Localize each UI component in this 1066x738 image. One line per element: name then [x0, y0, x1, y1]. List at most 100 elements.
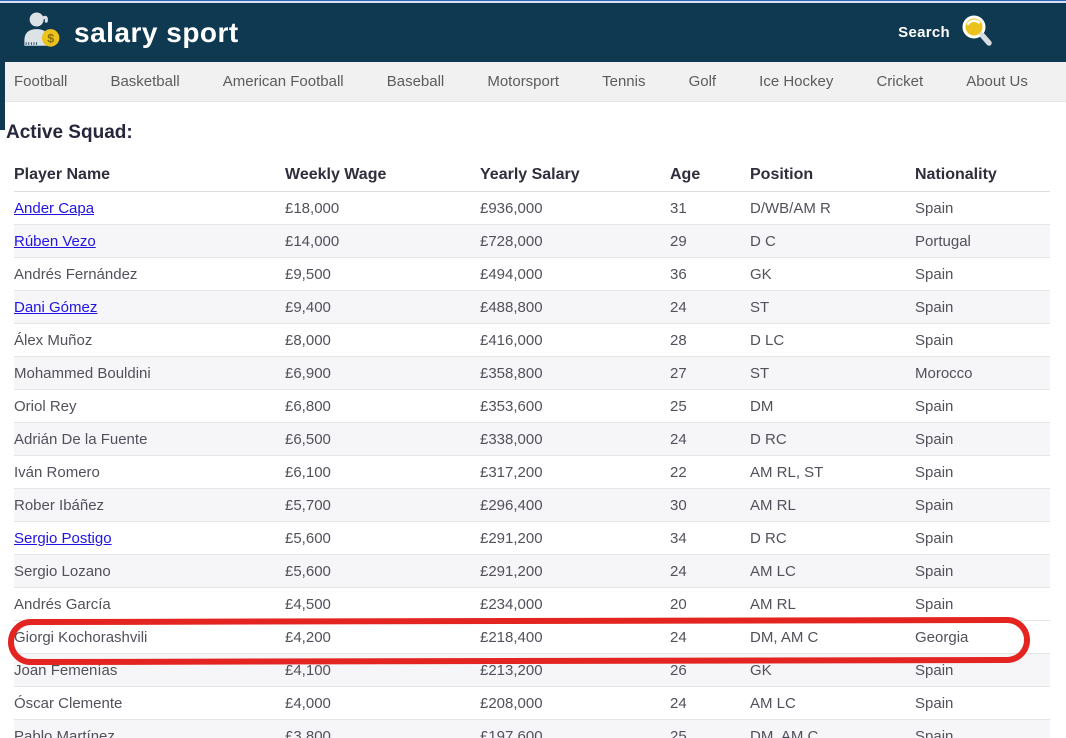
player-name-link[interactable]: Rúben Vezo — [14, 233, 96, 250]
cell-age: 29 — [670, 232, 687, 250]
cell-yearly-salary: £728,000 — [480, 232, 543, 250]
cell-nationality: Spain — [915, 661, 954, 679]
cell-position: ST — [750, 298, 770, 316]
cell-yearly-salary: £208,000 — [480, 694, 543, 712]
brand[interactable]: $ salary sport — [20, 9, 239, 56]
cell-weekly-wage: £9,400 — [285, 298, 331, 316]
cell-yearly-salary: £317,200 — [480, 463, 543, 481]
cell-position: GK — [750, 265, 772, 283]
table-body: Ander Capa £18,000 £936,000 31 D/WB/AM R… — [14, 192, 1050, 738]
nav-item-basketball[interactable]: Basketball — [110, 73, 179, 90]
cell-yearly-salary: £197,600 — [480, 727, 543, 738]
cell-age: 27 — [670, 364, 687, 382]
table-row: Dani Gómez £9,400 £488,800 24 ST Spain — [14, 291, 1050, 324]
cell-player-name: Dani Gómez — [14, 299, 285, 316]
table-row: Andrés Fernández £9,500 £494,000 36 GK S… — [14, 258, 1050, 291]
cell-yearly-salary: £291,200 — [480, 529, 543, 547]
cell-weekly-wage: £4,000 — [285, 694, 331, 712]
cell-age: 28 — [670, 331, 687, 349]
nav-item-motorsport[interactable]: Motorsport — [487, 73, 559, 90]
search-icon — [960, 13, 994, 52]
cell-nationality: Spain — [915, 397, 954, 415]
cell-weekly-wage: £14,000 — [285, 232, 340, 250]
cell-player-name: Giorgi Kochorashvili — [14, 629, 285, 646]
cell-position: AM RL — [750, 595, 796, 613]
table-row: Rúben Vezo £14,000 £728,000 29 D C Portu… — [14, 225, 1050, 258]
cell-weekly-wage: £6,500 — [285, 430, 331, 448]
cell-age: 20 — [670, 595, 687, 613]
table-row: Álex Muñoz £8,000 £416,000 28 D LC Spain — [14, 324, 1050, 357]
cell-position: DM, AM C — [750, 727, 819, 738]
cell-player-name: Rober Ibáñez — [14, 497, 285, 514]
player-name-link[interactable]: Ander Capa — [14, 200, 94, 217]
nav-item-tennis[interactable]: Tennis — [602, 73, 645, 90]
page-title: Active Squad: — [6, 122, 133, 143]
player-name-text: Andrés García — [14, 595, 111, 613]
nav-item-cricket[interactable]: Cricket — [876, 73, 923, 90]
cell-player-name: Andrés García — [14, 596, 285, 613]
player-name-link[interactable]: Dani Gómez — [14, 299, 97, 316]
nav-item-baseball[interactable]: Baseball — [387, 73, 445, 90]
svg-text:$: $ — [47, 31, 54, 45]
player-name-text: Rober Ibáñez — [14, 496, 105, 514]
cell-player-name: Mohammed Bouldini — [14, 365, 285, 382]
cell-weekly-wage: £4,200 — [285, 628, 331, 646]
cell-yearly-salary: £234,000 — [480, 595, 543, 613]
cell-yearly-salary: £213,200 — [480, 661, 543, 679]
cell-weekly-wage: £5,600 — [285, 562, 331, 580]
table-row: Iván Romero £6,100 £317,200 22 AM RL, ST… — [14, 456, 1050, 489]
cell-nationality: Spain — [915, 331, 954, 349]
search-button[interactable]: Search — [898, 13, 994, 52]
squad-salary-table: Player Name Weekly Wage Yearly Salary Age Po… — [14, 158, 1050, 738]
cell-position: GK — [750, 661, 772, 679]
cell-yearly-salary: £358,800 — [480, 364, 543, 382]
cell-position: AM RL, ST — [750, 463, 824, 481]
nav-item-ice-hockey[interactable]: Ice Hockey — [759, 73, 833, 90]
cell-age: 30 — [670, 496, 687, 514]
table-row: Pablo Martínez £3,800 £197,600 25 DM, AM… — [14, 720, 1050, 738]
nav-item-about-us[interactable]: About Us — [966, 73, 1028, 90]
cell-yearly-salary: £416,000 — [480, 331, 543, 349]
player-name-text: Andrés Fernández — [14, 265, 138, 283]
cell-weekly-wage: £4,100 — [285, 661, 331, 679]
nav-item-american-football[interactable]: American Football — [223, 73, 344, 90]
cell-weekly-wage: £6,100 — [285, 463, 331, 481]
cell-position: AM LC — [750, 694, 796, 712]
search-label: Search — [898, 24, 950, 41]
player-name-text: Joan Femenías — [14, 661, 118, 679]
left-accent-strip — [0, 62, 5, 130]
player-name-text: Pablo Martínez — [14, 727, 115, 738]
cell-age: 25 — [670, 727, 687, 738]
cell-age: 34 — [670, 529, 687, 547]
cell-player-name: Óscar Clemente — [14, 695, 285, 712]
table-row: Joan Femenías £4,100 £213,200 26 GK Spai… — [14, 654, 1050, 687]
column-header-age: Age — [670, 165, 701, 183]
cell-nationality: Spain — [915, 595, 954, 613]
cell-position: DM — [750, 397, 774, 415]
cell-position: D RC — [750, 430, 787, 448]
cell-player-name: Ander Capa — [14, 200, 285, 217]
nav-item-golf[interactable]: Golf — [689, 73, 717, 90]
cell-position: AM LC — [750, 562, 796, 580]
cell-age: 31 — [670, 199, 687, 217]
column-header-weekly-wage: Weekly Wage — [285, 165, 387, 183]
cell-nationality: Portugal — [915, 232, 971, 250]
brand-name: salary sport — [74, 16, 239, 48]
table-row-highlighted: Giorgi Kochorashvili £4,200 £218,400 24 … — [14, 621, 1050, 654]
table-row: Rober Ibáñez £5,700 £296,400 30 AM RL Sp… — [14, 489, 1050, 522]
cell-weekly-wage: £18,000 — [285, 199, 340, 217]
table-row: Sergio Postigo £5,600 £291,200 34 D RC S… — [14, 522, 1050, 555]
player-name-link[interactable]: Sergio Postigo — [14, 530, 112, 547]
cell-yearly-salary: £936,000 — [480, 199, 543, 217]
cell-position: D LC — [750, 331, 785, 349]
cell-yearly-salary: £218,400 — [480, 628, 543, 646]
nav-item-football[interactable]: Football — [14, 73, 67, 90]
cell-weekly-wage: £9,500 — [285, 265, 331, 283]
cell-age: 36 — [670, 265, 687, 283]
cell-age: 24 — [670, 430, 687, 448]
cell-player-name: Sergio Lozano — [14, 563, 285, 580]
cell-nationality: Spain — [915, 463, 954, 481]
cell-yearly-salary: £494,000 — [480, 265, 543, 283]
cell-player-name: Pablo Martínez — [14, 728, 285, 738]
cell-player-name: Joan Femenías — [14, 662, 285, 679]
